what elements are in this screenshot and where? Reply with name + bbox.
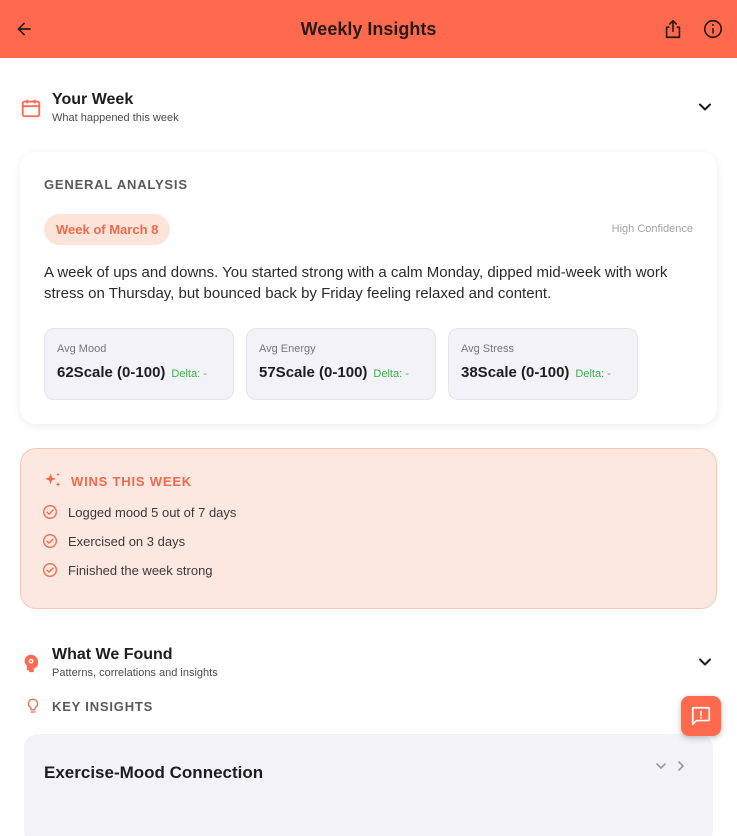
win-text: Exercised on 3 days — [68, 533, 186, 549]
check-circle-icon — [43, 505, 57, 519]
calendar-icon — [21, 99, 41, 118]
feedback-icon — [691, 706, 711, 726]
what-we-found-title: What We Found — [52, 646, 173, 663]
stat-value: 62Scale (0-100) — [57, 364, 166, 381]
win-text: Logged mood 5 out of 7 days — [68, 504, 237, 520]
your-week-subtitle: What happened this week — [52, 112, 179, 124]
lightbulb-icon — [27, 698, 39, 713]
wins-card: WINS THIS WEEK Logged mood 5 out of 7 da… — [20, 448, 717, 609]
stat-value: 38Scale (0-100) — [461, 364, 570, 381]
win-text: Finished the week strong — [68, 562, 213, 578]
back-button[interactable] — [9, 14, 39, 44]
page-title: Weekly Insights — [300, 18, 437, 39]
stat-delta: Delta: - — [171, 368, 207, 380]
confidence-label: High Confidence — [611, 223, 693, 235]
stat-delta: Delta: - — [373, 368, 409, 380]
stat-card-mood: Avg Mood 62Scale (0-100) Delta: - — [44, 328, 234, 400]
your-week-header[interactable]: Your Week What happened this week — [20, 91, 717, 139]
info-button[interactable] — [698, 14, 728, 44]
week-summary: A week of ups and downs. You started str… — [44, 264, 668, 302]
chevron-right-icon[interactable] — [673, 758, 689, 774]
stat-name: Avg Stress — [461, 343, 514, 355]
share-icon — [665, 19, 681, 39]
insight-card[interactable]: Exercise-Mood Connection — [24, 734, 713, 836]
stat-card-energy: Avg Energy 57Scale (0-100) Delta: - — [246, 328, 436, 400]
win-item: Finished the week strong — [42, 562, 213, 578]
chevron-down-icon[interactable] — [653, 758, 669, 774]
feedback-button[interactable] — [681, 696, 721, 736]
key-insights-header: KEY INSIGHTS — [24, 697, 153, 715]
what-we-found-header[interactable]: What We Found Patterns, correlations and… — [20, 646, 717, 694]
stat-delta: Delta: - — [575, 368, 611, 380]
stat-card-stress: Avg Stress 38Scale (0-100) Delta: - — [448, 328, 638, 400]
week-badge: Week of March 8 — [44, 214, 171, 245]
general-analysis-card: GENERAL ANALYSIS Week of March 8 High Co… — [20, 152, 717, 424]
chevron-down-icon[interactable] — [695, 652, 715, 672]
stat-name: Avg Energy — [259, 343, 316, 355]
app-bar: Weekly Insights — [0, 0, 737, 58]
insight-title: Exercise-Mood Connection — [44, 763, 264, 782]
sparkle-icon — [45, 472, 61, 487]
general-analysis-label: GENERAL ANALYSIS — [44, 177, 188, 192]
chevron-down-icon[interactable] — [695, 97, 715, 117]
what-we-found-subtitle: Patterns, correlations and insights — [52, 667, 218, 679]
your-week-title: Your Week — [52, 91, 134, 108]
check-circle-icon — [43, 534, 57, 548]
info-icon — [703, 19, 723, 39]
key-insights-label: KEY INSIGHTS — [52, 698, 154, 714]
win-item: Exercised on 3 days — [42, 533, 185, 549]
stats-row: Avg Mood 62Scale (0-100) Delta: - Avg En… — [44, 328, 638, 400]
arrow-back-icon — [17, 22, 31, 36]
share-button[interactable] — [658, 14, 688, 44]
wins-label: WINS THIS WEEK — [71, 473, 192, 489]
brain-icon — [24, 654, 39, 673]
win-item: Logged mood 5 out of 7 days — [42, 504, 236, 520]
stat-name: Avg Mood — [57, 343, 107, 355]
check-circle-icon — [43, 563, 57, 577]
stat-value: 57Scale (0-100) — [259, 364, 368, 381]
